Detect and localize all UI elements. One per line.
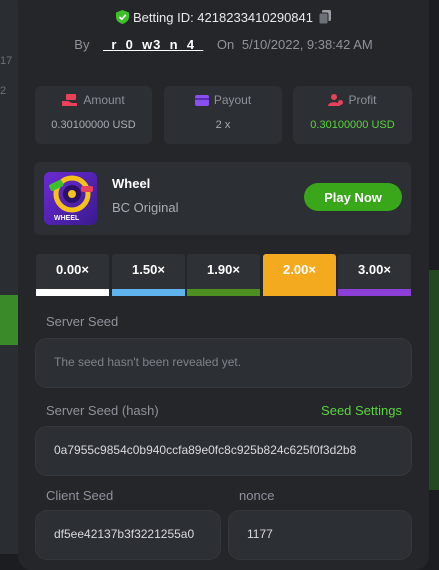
amount-label: Amount xyxy=(83,93,125,107)
multiplier-color-bar xyxy=(338,289,411,296)
server-seed-field: The seed hasn't been revealed yet. xyxy=(35,338,412,388)
nonce-label: nonce xyxy=(239,488,275,503)
multiplier-color-bar xyxy=(263,289,336,296)
copy-icon[interactable] xyxy=(318,10,331,27)
game-card: WHEEL Wheel BC Original Play Now xyxy=(34,162,411,235)
money-hand-icon xyxy=(62,94,78,106)
play-now-button[interactable]: Play Now xyxy=(304,183,402,211)
background-text: 2 xyxy=(0,85,7,97)
amount-card: Amount 0.30100000 USD xyxy=(35,86,152,144)
background-page-right xyxy=(429,0,439,554)
multiplier-tab-0[interactable]: 0.00× xyxy=(36,254,109,296)
by-label: By xyxy=(74,37,90,52)
client-seed-field[interactable]: df5ee42137b3f3221255a0 xyxy=(35,510,221,560)
server-seed-label: Server Seed xyxy=(46,314,119,329)
nonce-field[interactable]: 1177 xyxy=(228,510,412,560)
profit-card: Profit 0.30100000 USD xyxy=(293,86,412,144)
seed-settings-link[interactable]: Seed Settings xyxy=(321,403,402,418)
bet-date: 5/10/2022, 9:38:42 AM xyxy=(241,37,373,52)
betting-id-text: Betting ID: 4218233410290841 xyxy=(133,10,313,25)
multiplier-tab-1[interactable]: 1.50× xyxy=(112,254,185,296)
background-page-left: 17 2 xyxy=(0,0,18,554)
payout-label: Payout xyxy=(213,93,252,107)
profit-value: 0.30100000 USD xyxy=(310,119,395,131)
payout-card: Payout 2 x xyxy=(164,86,282,144)
amount-value: 0.30100000 USD xyxy=(51,119,136,131)
server-seed-hash-label: Server Seed (hash) xyxy=(46,403,159,418)
bet-author-row: By _r_0_w3_n_4_ On 5/10/2022, 9:38:42 AM xyxy=(18,37,429,52)
payout-value: 2 x xyxy=(215,119,231,131)
bet-details-modal: Betting ID: 4218233410290841 By _r_0_w3_… xyxy=(18,0,429,570)
background-green-block xyxy=(0,295,18,345)
betting-id-row: Betting ID: 4218233410290841 xyxy=(18,10,429,27)
multiplier-color-bar xyxy=(187,289,260,296)
verified-shield-icon xyxy=(116,10,129,27)
thumbnail-text: WHEEL xyxy=(54,215,80,222)
game-subtitle: BC Original xyxy=(112,200,179,215)
background-green-block xyxy=(429,270,439,490)
game-name: Wheel xyxy=(112,176,151,191)
client-seed-label: Client Seed xyxy=(46,488,114,503)
card-icon xyxy=(194,95,209,106)
multiplier-tab-4[interactable]: 3.00× xyxy=(338,254,411,296)
background-text: 17 xyxy=(0,55,13,67)
multiplier-label: 3.00× xyxy=(358,262,391,277)
multiplier-tab-3[interactable]: 2.00× xyxy=(263,254,336,296)
multiplier-tab-2[interactable]: 1.90× xyxy=(187,254,260,296)
on-label: On xyxy=(216,37,235,52)
multiplier-label: 1.50× xyxy=(132,262,165,277)
username-link[interactable]: _r_0_w3_n_4_ xyxy=(103,37,203,52)
multiplier-color-bar xyxy=(112,289,185,296)
profit-person-icon xyxy=(328,94,344,106)
multiplier-color-bar xyxy=(36,289,109,296)
wheel-game-thumbnail[interactable]: WHEEL xyxy=(44,172,97,225)
multiplier-label: 1.90× xyxy=(207,262,240,277)
server-seed-hash-field[interactable]: 0a7955c9854c0b940ccfa89e0fc8c925b824c625… xyxy=(35,426,412,476)
multiplier-label: 2.00× xyxy=(283,262,316,277)
multiplier-label: 0.00× xyxy=(56,262,89,277)
profit-label: Profit xyxy=(348,93,377,107)
